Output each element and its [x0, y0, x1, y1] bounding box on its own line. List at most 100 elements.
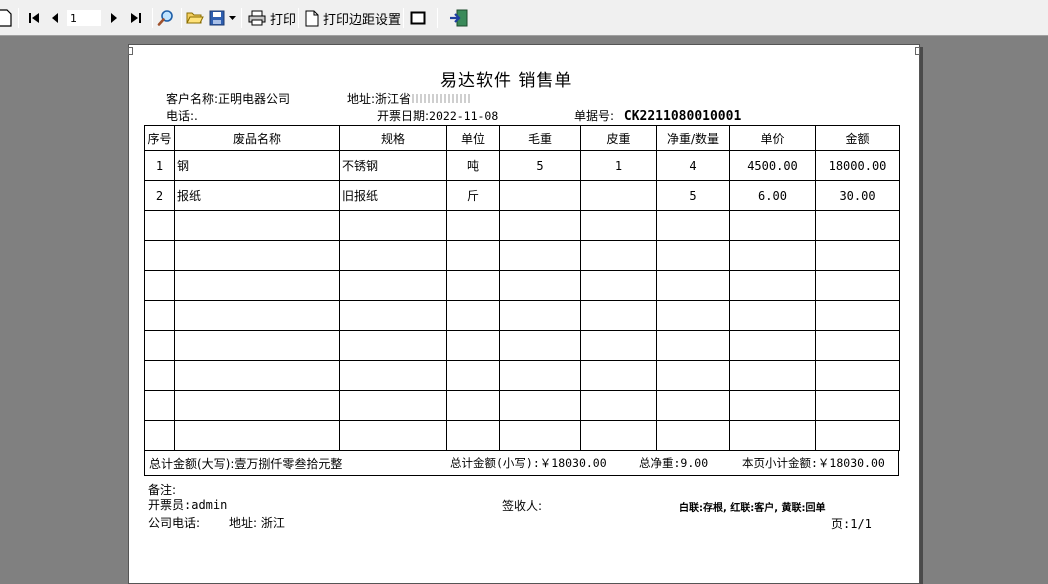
column-header-spec: 规格 — [339, 125, 447, 151]
empty-cell — [339, 330, 447, 361]
empty-cell — [339, 240, 447, 271]
totals-bar: 总计金额(大写):壹万捌仟零叁拾元整 总计金额(小写):￥18030.00 总净… — [144, 450, 899, 476]
save-button[interactable] — [209, 8, 225, 28]
chevron-down-icon — [229, 16, 236, 20]
copy-distribution-legend: 白联:存根, 红联:客户, 黄联:回单 — [679, 503, 826, 514]
column-header-tare-weight: 皮重 — [580, 125, 657, 151]
address-label: 地址: — [347, 92, 376, 106]
save-disk-icon — [209, 10, 225, 26]
empty-cell — [815, 240, 900, 271]
cell-no: 2 — [144, 180, 175, 211]
empty-cell — [446, 300, 500, 331]
empty-cell — [499, 210, 581, 241]
preview-toolbar: 打印 打印边距设置 — [0, 0, 1048, 36]
print-preview-page: 易达软件 销售单 客户名称:正明电器公司 地址:浙江省 电话:. 开票日期:20… — [128, 44, 920, 584]
empty-cell — [729, 210, 816, 241]
empty-cell — [729, 420, 816, 451]
empty-cell — [144, 330, 175, 361]
issue-date-value: 2022-11-08 — [429, 109, 499, 123]
total-amount-uppercase: 总计金额(大写):壹万捌仟零叁拾元整 — [149, 457, 343, 471]
customer-name-field: 客户名称:正明电器公司 — [166, 90, 290, 107]
previous-page-icon — [52, 13, 58, 23]
page-number-input[interactable] — [66, 9, 102, 27]
document-number-label: 单据号: — [574, 109, 615, 123]
page-margin-icon — [305, 10, 319, 26]
table-row-empty — [144, 210, 900, 241]
empty-cell — [656, 300, 730, 331]
printer-icon — [248, 10, 266, 26]
cell-price: 4500.00 — [729, 150, 816, 181]
cell-tare: 1 — [580, 150, 657, 181]
document-title: 易达软件 销售单 — [440, 71, 573, 91]
table-row-empty — [144, 240, 900, 271]
cell-tare — [580, 180, 657, 211]
column-header-net-quantity: 净重/数量 — [656, 125, 730, 151]
empty-cell — [499, 360, 581, 391]
column-header-name: 废品名称 — [174, 125, 340, 151]
cell-spec: 旧报纸 — [339, 180, 447, 211]
empty-cell — [144, 390, 175, 421]
page-indicator: 页:1/1 — [831, 517, 872, 531]
empty-cell — [815, 390, 900, 421]
save-dropdown-button[interactable] — [229, 8, 236, 28]
table-row-empty — [144, 360, 900, 391]
table-header-row: 序号 废品名称 规格 单位 毛重 皮重 净重/数量 单价 金额 — [144, 125, 900, 151]
next-page-icon — [111, 13, 117, 23]
cell-price: 6.00 — [729, 180, 816, 211]
cell-name: 报纸 — [174, 180, 340, 211]
page-setup-button[interactable] — [0, 8, 12, 28]
table-row-empty — [144, 330, 900, 361]
empty-cell — [815, 330, 900, 361]
column-header-unit: 单位 — [446, 125, 500, 151]
empty-cell — [580, 390, 657, 421]
empty-cell — [339, 270, 447, 301]
print-margin-button[interactable]: 打印边距设置 — [305, 8, 401, 28]
phone-value: . — [194, 109, 198, 123]
company-phone-label: 公司电话: — [148, 516, 201, 530]
empty-cell — [446, 420, 500, 451]
empty-cell — [729, 330, 816, 361]
first-page-button[interactable] — [27, 8, 41, 28]
table-row: 2 报纸 旧报纸 斤 5 6.00 30.00 — [144, 180, 900, 211]
empty-cell — [580, 420, 657, 451]
empty-cell — [144, 240, 175, 271]
next-page-button[interactable] — [108, 8, 120, 28]
print-margin-label: 打印边距设置 — [323, 12, 402, 28]
issue-date-field: 开票日期:2022-11-08 — [377, 107, 498, 124]
empty-cell — [446, 240, 500, 271]
table-row-empty — [144, 300, 900, 331]
empty-cell — [174, 300, 340, 331]
empty-cell — [339, 420, 447, 451]
empty-cell — [499, 420, 581, 451]
empty-cell — [580, 270, 657, 301]
empty-cell — [339, 360, 447, 391]
empty-cell — [656, 330, 730, 361]
last-page-button[interactable] — [129, 8, 143, 28]
empty-cell — [446, 270, 500, 301]
empty-cell — [499, 270, 581, 301]
zoom-button[interactable] — [157, 8, 175, 28]
empty-cell — [499, 390, 581, 421]
empty-cell — [656, 390, 730, 421]
cell-name: 钢 — [174, 150, 340, 181]
empty-cell — [144, 300, 175, 331]
empty-cell — [174, 390, 340, 421]
table-row-empty — [144, 390, 900, 421]
empty-cell — [815, 420, 900, 451]
page-subtotal-amount: 本页小计金额:￥18030.00 — [742, 456, 885, 470]
empty-cell — [729, 240, 816, 271]
exit-button[interactable] — [449, 8, 469, 28]
empty-cell — [580, 210, 657, 241]
empty-cell — [446, 330, 500, 361]
open-button[interactable] — [186, 8, 204, 28]
fit-page-button[interactable] — [410, 8, 426, 28]
table-body: 1 钢 不锈钢 吨 5 1 4 4500.00 18000.00 2 报纸 旧报… — [144, 150, 900, 451]
print-button[interactable]: 打印 — [248, 8, 296, 28]
magnifier-icon — [157, 10, 173, 26]
address-redacted-block — [412, 94, 471, 103]
cell-no: 1 — [144, 150, 175, 181]
previous-page-button[interactable] — [49, 8, 61, 28]
cell-gross — [499, 180, 581, 211]
total-net-weight: 总净重:9.00 — [639, 456, 709, 470]
empty-cell — [144, 420, 175, 451]
